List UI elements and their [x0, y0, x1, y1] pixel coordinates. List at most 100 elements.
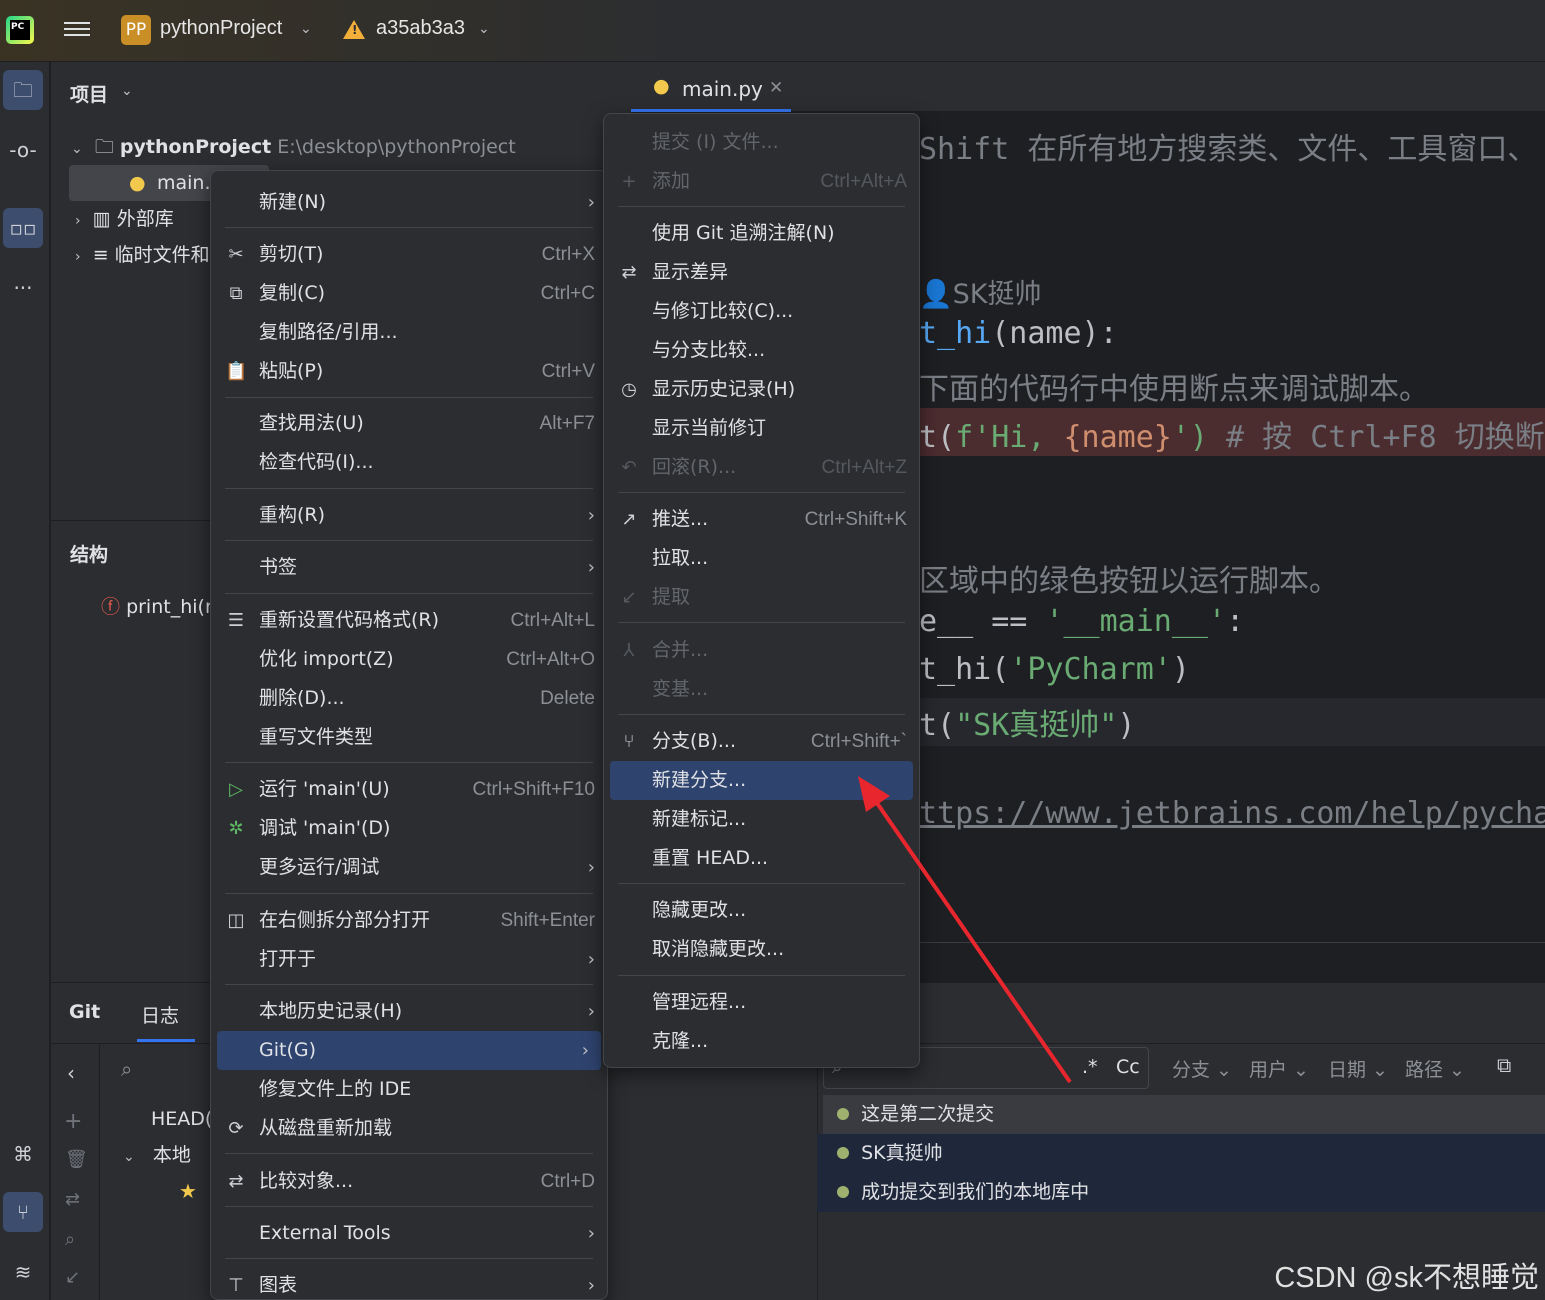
menu-push[interactable]: ↗ 推送... Ctrl+Shift+K — [604, 500, 919, 539]
commit-row[interactable]: 这是第二次提交 — [823, 1095, 1545, 1134]
main-menu-button[interactable] — [64, 18, 90, 42]
case-toggle[interactable]: Cc — [1116, 1056, 1140, 1078]
menu-run[interactable]: ▷ 运行 'main'(U) Ctrl+Shift+F10 — [211, 770, 607, 809]
menu-debug[interactable]: ✲ 调试 'main'(D) — [211, 809, 607, 848]
menu-show-history[interactable]: ◷ 显示历史记录(H) — [604, 370, 919, 409]
menu-open-in[interactable]: 打开于 › — [211, 940, 607, 979]
branch-name[interactable]: a35ab3a3 — [376, 17, 465, 40]
menu-local-history[interactable]: 本地历史记录(H) › — [211, 992, 607, 1031]
menu-reload[interactable]: ⟳ 从磁盘重新加载 — [211, 1109, 607, 1148]
menu-find-usages[interactable]: 查找用法(U) Alt+F7 — [211, 404, 607, 443]
menu-git[interactable]: Git(G) › — [217, 1031, 601, 1070]
commit-tool-button[interactable]: -o- — [3, 130, 43, 170]
layers-tool-button[interactable]: ≋ — [3, 1252, 43, 1292]
menu-diagrams[interactable]: ⊤ 图表 › — [211, 1266, 607, 1300]
editor-tab-bar: ● main.py ✕ — [631, 62, 1545, 112]
menu-cut[interactable]: ✂ 剪切(T) Ctrl+X — [211, 235, 607, 274]
fetch-icon[interactable]: ↙ — [65, 1267, 80, 1288]
structure-icon: ▫▫ — [9, 216, 37, 240]
menu-reset-head[interactable]: 重置 HEAD... — [604, 839, 919, 878]
filter-branch[interactable]: 分支 ⌄ — [1172, 1055, 1232, 1082]
root-name: pythonProject — [119, 136, 272, 158]
scissors-icon: ✂ — [228, 244, 244, 265]
git-tool-button[interactable]: ⑂ — [3, 1192, 43, 1232]
collapse-icon[interactable]: ‹ — [67, 1061, 75, 1085]
chevron-right-icon: › — [75, 249, 81, 265]
menu-compare[interactable]: ⇄ 比较对象... Ctrl+D — [211, 1162, 607, 1201]
diff-icon: ⇄ — [621, 262, 637, 283]
project-panel-title[interactable]: 项目 — [70, 80, 108, 107]
new-tab-icon[interactable]: ⧉ — [1497, 1053, 1511, 1077]
menu-fix-ide[interactable]: 修复文件上的 IDE — [211, 1070, 607, 1109]
branch-head[interactable]: HEAD( — [151, 1100, 212, 1139]
commit-row[interactable]: 成功提交到我们的本地库中 — [817, 1173, 1545, 1212]
more-tools-button[interactable]: ··· — [3, 268, 43, 308]
menu-split-open[interactable]: ◫ 在右侧拆分部分打开 Shift+Enter — [211, 901, 607, 940]
menu-show-current-rev[interactable]: 显示当前修订 — [604, 409, 919, 448]
regex-toggle[interactable]: .* — [1082, 1056, 1098, 1078]
filter-user[interactable]: 用户 ⌄ — [1249, 1055, 1309, 1082]
menu-new-tag[interactable]: 新建标记... — [604, 800, 919, 839]
chevron-down-icon[interactable]: ⌄ — [300, 21, 312, 37]
folder-icon: 🗀 — [13, 78, 33, 102]
menu-inspect[interactable]: 检查代码(I)... — [211, 443, 607, 482]
menu-optimize-imports[interactable]: 优化 import(Z) Ctrl+Alt+O — [211, 640, 607, 679]
project-badge[interactable]: PP — [121, 15, 151, 45]
menu-external-tools[interactable]: External Tools › — [211, 1214, 607, 1253]
menu-annotate[interactable]: 使用 Git 追溯注解(N) — [604, 214, 919, 253]
search-icon[interactable]: ⌕ — [121, 1057, 132, 1081]
menu-new[interactable]: 新建(N) › — [211, 183, 607, 222]
tab-git[interactable]: Git — [69, 1001, 100, 1023]
compare-icon[interactable]: ⇄ — [65, 1189, 80, 1210]
menu-pull[interactable]: 拉取... — [604, 539, 919, 578]
menu-more-run[interactable]: 更多运行/调试 › — [211, 848, 607, 887]
menu-unstash[interactable]: 取消隐藏更改... — [604, 930, 919, 969]
commit-row[interactable]: SK真挺帅 — [817, 1134, 1545, 1173]
menu-clone[interactable]: 克隆... — [604, 1022, 919, 1061]
tree-external-libs[interactable]: › ▥ 外部库 — [75, 201, 174, 237]
project-tool-button[interactable]: 🗀 — [3, 70, 43, 110]
tab-log[interactable]: 日志 — [141, 1001, 179, 1028]
code-line: t(f'Hi, {name}') # 按 Ctrl+F8 切换断 — [919, 420, 1545, 455]
menu-rollback: ↶ 回滚(R)... Ctrl+Alt+Z — [604, 448, 919, 487]
star-icon: ★ — [179, 1179, 197, 1203]
close-icon[interactable]: ✕ — [769, 78, 783, 98]
menu-override-type[interactable]: 重写文件类型 — [211, 718, 607, 757]
chevron-down-icon[interactable]: ⌄ — [121, 83, 133, 99]
external-libs-label: 外部库 — [116, 208, 174, 230]
menu-reformat[interactable]: ☰ 重新设置代码格式(R) Ctrl+Alt+L — [211, 601, 607, 640]
divider — [919, 942, 1545, 943]
menu-branches[interactable]: ⑂ 分支(B)... Ctrl+Shift+` — [604, 722, 919, 761]
menu-compare-revision[interactable]: 与修订比较(C)... — [604, 292, 919, 331]
menu-merge: ⅄ 合并... — [604, 631, 919, 670]
search-icon[interactable]: ⌕ — [65, 1229, 75, 1250]
fetch-icon: ↙ — [621, 587, 637, 608]
menu-compare-branch[interactable]: 与分支比较... — [604, 331, 919, 370]
tab-main-py[interactable]: ● main.py ✕ — [631, 62, 791, 112]
menu-manage-remotes[interactable]: 管理远程... — [604, 983, 919, 1022]
trash-icon[interactable]: 🗑 — [65, 1149, 88, 1170]
menu-show-diff[interactable]: ⇄ 显示差异 — [604, 253, 919, 292]
structure-tool-button[interactable]: ▫▫ — [3, 208, 43, 248]
python-console-button[interactable]: ⌘ — [3, 1134, 43, 1174]
chevron-right-icon: › — [75, 213, 81, 229]
filter-path[interactable]: 路径 ⌄ — [1405, 1055, 1465, 1082]
add-icon[interactable]: + — [64, 1109, 82, 1134]
menu-refactor[interactable]: 重构(R) › — [211, 496, 607, 535]
code-link[interactable]: ttps://www.jetbrains.com/help/pycha — [919, 796, 1545, 831]
menu-stash[interactable]: 隐藏更改... — [604, 891, 919, 930]
menu-copy-path[interactable]: 复制路径/引用... — [211, 313, 607, 352]
menu-new-branch[interactable]: 新建分支... — [610, 761, 913, 800]
branch-local[interactable]: ⌄ 本地 — [123, 1136, 191, 1175]
menu-paste[interactable]: 📋 粘贴(P) Ctrl+V — [211, 352, 607, 391]
tree-root[interactable]: ⌄ 🗀 pythonProject E:\desktop\pythonProje… — [71, 129, 516, 165]
menu-bookmarks[interactable]: 书签 › — [211, 548, 607, 587]
git-branch-icon: ⑂ — [623, 731, 635, 752]
code-line: 区域中的绿色按钮以运行脚本。 — [919, 564, 1339, 599]
project-name[interactable]: pythonProject — [160, 17, 282, 40]
chevron-down-icon[interactable]: ⌄ — [478, 21, 490, 37]
filter-date[interactable]: 日期 ⌄ — [1328, 1055, 1388, 1082]
menu-copy[interactable]: ⧉ 复制(C) Ctrl+C — [211, 274, 607, 313]
python-file-icon: ● — [129, 172, 146, 194]
menu-delete[interactable]: 删除(D)... Delete — [211, 679, 607, 718]
